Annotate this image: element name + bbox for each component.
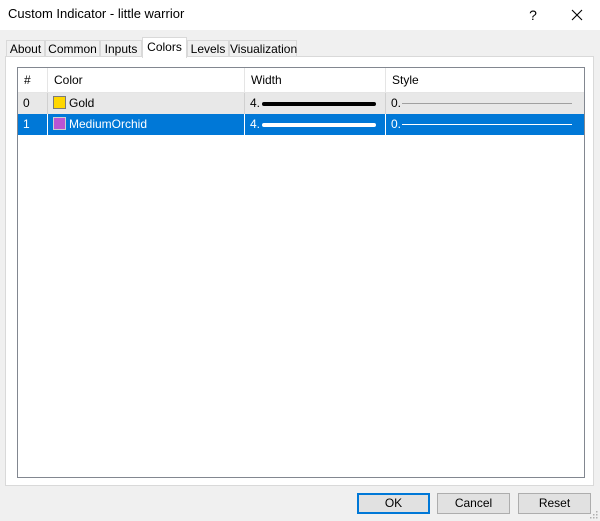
style-line-preview [402,103,572,104]
table-row[interactable]: 1 MediumOrchid 4. 0. [18,114,584,135]
tab-levels[interactable]: Levels [187,40,229,57]
tab-about[interactable]: About [6,40,45,57]
width-line-preview [262,123,376,127]
style-value: 0. [391,96,402,110]
title-bar: Custom Indicator - little warrior ? [0,0,600,30]
dialog-buttons: OK Cancel Reset [0,493,600,515]
style-cell[interactable]: 0. [386,114,584,135]
close-button[interactable] [554,0,600,30]
tab-inputs[interactable]: Inputs [100,40,142,57]
column-header-index[interactable]: # [18,68,48,92]
help-icon: ? [529,7,537,23]
color-name: Gold [69,96,95,110]
column-header-color[interactable]: Color [48,68,245,92]
style-line-preview [402,124,572,125]
custom-indicator-dialog: Custom Indicator - little warrior ? Abou… [0,0,600,521]
grid-header: # Color Width Style [18,68,584,93]
tab-visualization[interactable]: Visualization [229,40,297,57]
colors-tab-panel: # Color Width Style 0 Gold 4. 0. 1 Mediu… [5,56,594,486]
help-button[interactable]: ? [510,0,556,30]
column-header-width[interactable]: Width [245,68,386,92]
table-row[interactable]: 0 Gold 4. 0. [18,93,584,114]
color-name: MediumOrchid [69,117,148,131]
width-cell[interactable]: 4. [245,114,386,135]
color-cell[interactable]: Gold [48,93,245,114]
tab-colors[interactable]: Colors [142,37,187,58]
window-title: Custom Indicator - little warrior [8,6,185,21]
color-swatch [53,96,66,109]
width-value: 4. [250,117,261,131]
style-cell[interactable]: 0. [386,93,584,114]
cancel-button[interactable]: Cancel [437,493,510,514]
row-index: 1 [18,114,48,135]
resize-grip-icon[interactable] [588,509,598,519]
color-swatch [53,117,66,130]
close-icon [571,9,583,21]
width-cell[interactable]: 4. [245,93,386,114]
column-header-style[interactable]: Style [386,68,584,92]
colors-grid: # Color Width Style 0 Gold 4. 0. 1 Mediu… [17,67,585,478]
width-value: 4. [250,96,261,110]
width-line-preview [262,102,376,106]
style-value: 0. [391,117,402,131]
row-index: 0 [18,93,48,114]
ok-button[interactable]: OK [357,493,430,514]
tab-common[interactable]: Common [45,40,100,57]
color-cell[interactable]: MediumOrchid [48,114,245,135]
reset-button[interactable]: Reset [518,493,591,514]
